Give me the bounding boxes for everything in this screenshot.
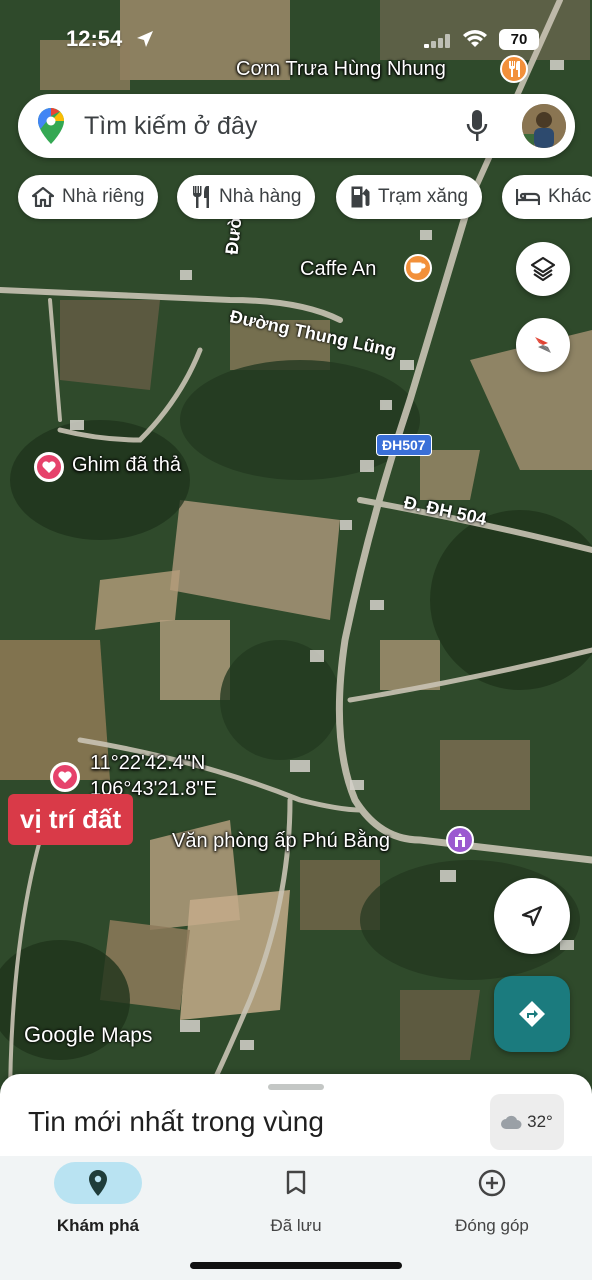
temperature-label: 32° bbox=[527, 1112, 553, 1131]
weather-chip[interactable]: 32° bbox=[490, 1094, 564, 1150]
dropped-pin-label[interactable]: Ghim đã thả bbox=[72, 454, 181, 477]
search-bar[interactable]: Tìm kiếm ở đây bbox=[18, 94, 575, 158]
nav-saved-label: Đã lưu bbox=[270, 1216, 322, 1235]
search-input[interactable]: Tìm kiếm ở đây bbox=[84, 112, 257, 141]
compass-button[interactable] bbox=[516, 318, 570, 372]
restaurant-icon bbox=[193, 186, 209, 208]
google-maps-logo-icon bbox=[38, 108, 64, 144]
cloud-icon bbox=[501, 1115, 522, 1129]
location-arrow-icon bbox=[137, 31, 153, 47]
status-time: 12:54 bbox=[66, 26, 123, 51]
chip-home-label: Nhà riêng bbox=[62, 186, 145, 207]
layers-button[interactable] bbox=[516, 242, 570, 296]
bookmark-icon bbox=[286, 1170, 306, 1195]
chip-restaurants[interactable]: Nhà hàng bbox=[177, 175, 316, 219]
sheet-drag-handle[interactable] bbox=[268, 1084, 324, 1090]
gas-station-icon bbox=[351, 186, 370, 208]
directions-icon bbox=[519, 1001, 545, 1027]
nav-explore[interactable]: Khám phá bbox=[8, 1162, 188, 1236]
explore-pin-icon bbox=[89, 1170, 107, 1196]
my-location-button[interactable] bbox=[494, 878, 570, 954]
wifi-icon bbox=[463, 30, 487, 47]
nav-contribute-label: Đóng góp bbox=[455, 1216, 529, 1235]
location-pin-heart-icon[interactable] bbox=[50, 762, 80, 792]
chip-gas-stations-label: Trạm xăng bbox=[378, 186, 469, 207]
compass-icon bbox=[535, 337, 551, 353]
map-imagery bbox=[0, 0, 592, 1110]
route-shield-dh507: ĐH507 bbox=[376, 434, 432, 456]
hotel-icon bbox=[516, 189, 540, 205]
bottom-sheet[interactable]: Tin mới nhất trong vùng 32° bbox=[0, 1074, 592, 1164]
office-icon[interactable] bbox=[446, 826, 474, 854]
avatar[interactable] bbox=[522, 104, 566, 148]
poi-office-label[interactable]: Văn phòng ấp Phú Bằng bbox=[172, 830, 390, 853]
sheet-title: Tin mới nhất trong vùng bbox=[28, 1106, 324, 1137]
chip-more-label: Khác bbox=[548, 186, 592, 207]
coordinates-lat: 11°22'42.4"N bbox=[90, 752, 206, 774]
signal-icon bbox=[424, 34, 450, 48]
chip-home[interactable]: Nhà riêng bbox=[18, 175, 159, 219]
nav-contribute[interactable]: Đóng góp bbox=[402, 1162, 582, 1236]
home-icon bbox=[32, 187, 54, 207]
poi-restaurant-label[interactable]: Cơm Trưa Hùng Nhung bbox=[236, 58, 446, 81]
nav-explore-label: Khám phá bbox=[56, 1216, 140, 1235]
navigation-arrow-icon bbox=[521, 905, 543, 927]
google-maps-watermark: Google Maps bbox=[24, 1022, 153, 1047]
add-circle-icon bbox=[478, 1169, 506, 1197]
battery-indicator: 70 bbox=[499, 29, 539, 50]
poi-cafe-label[interactable]: Caffe An bbox=[300, 258, 376, 281]
home-indicator bbox=[190, 1262, 402, 1269]
land-location-label: vị trí đất bbox=[8, 794, 134, 845]
satellite-map[interactable]: Cơm Trưa Hùng Nhung Caffe An Đường Đường… bbox=[0, 0, 592, 1110]
nav-saved[interactable]: Đã lưu bbox=[206, 1162, 386, 1236]
chip-restaurants-label: Nhà hàng bbox=[219, 186, 302, 207]
microphone-icon[interactable] bbox=[466, 110, 488, 142]
layers-icon bbox=[530, 256, 556, 282]
directions-button[interactable] bbox=[494, 976, 570, 1052]
chip-gas-stations[interactable]: Trạm xăng bbox=[336, 175, 483, 219]
cafe-icon[interactable] bbox=[404, 254, 432, 282]
chip-more[interactable]: Khác bbox=[502, 175, 592, 219]
restaurant-icon[interactable] bbox=[500, 55, 528, 83]
dropped-pin-heart-icon[interactable] bbox=[34, 452, 64, 482]
